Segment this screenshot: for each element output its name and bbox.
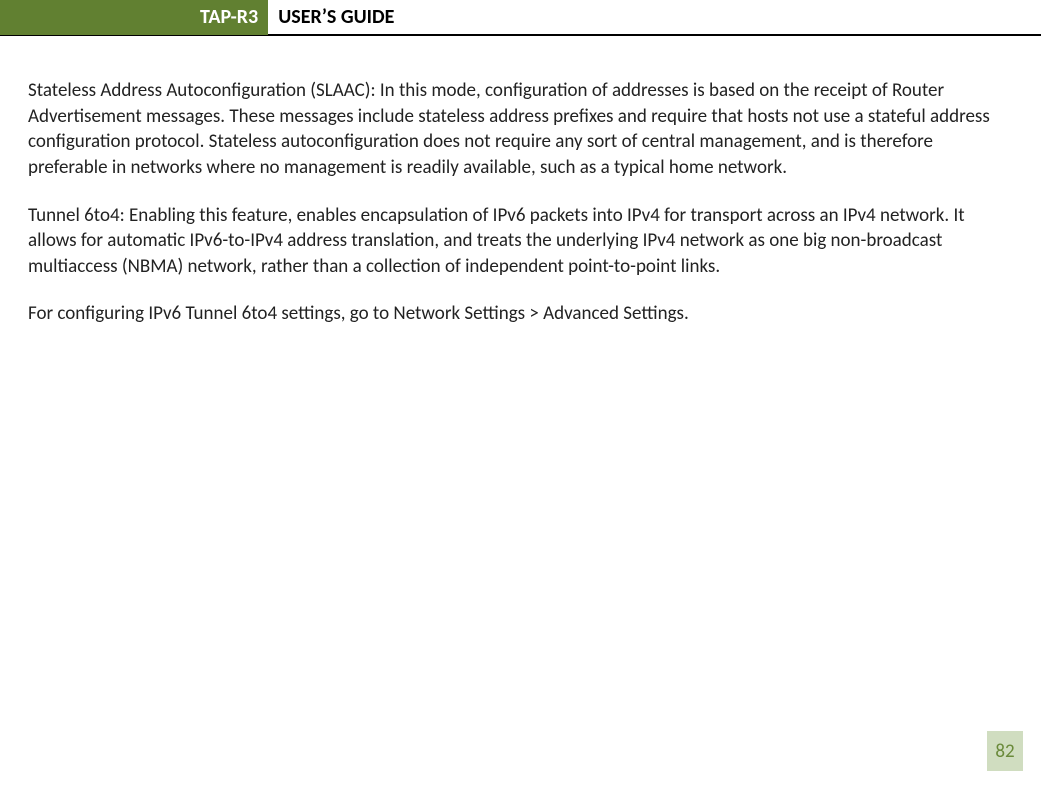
product-label-block: TAP-R3 [0, 0, 268, 35]
page-header: TAP-R3 USER’S GUIDE [0, 0, 1041, 36]
body-paragraph: Tunnel 6to4: Enabling this feature, enab… [28, 203, 1013, 280]
page-number-box: 82 [987, 731, 1023, 771]
body-paragraph: Stateless Address Autoconfiguration (SLA… [28, 78, 1013, 181]
page-title: USER’S GUIDE [268, 5, 394, 29]
body-paragraph: For configuring IPv6 Tunnel 6to4 setting… [28, 301, 1013, 327]
page-content: Stateless Address Autoconfiguration (SLA… [0, 36, 1041, 327]
product-label: TAP-R3 [200, 5, 258, 29]
page-number: 82 [995, 740, 1014, 763]
